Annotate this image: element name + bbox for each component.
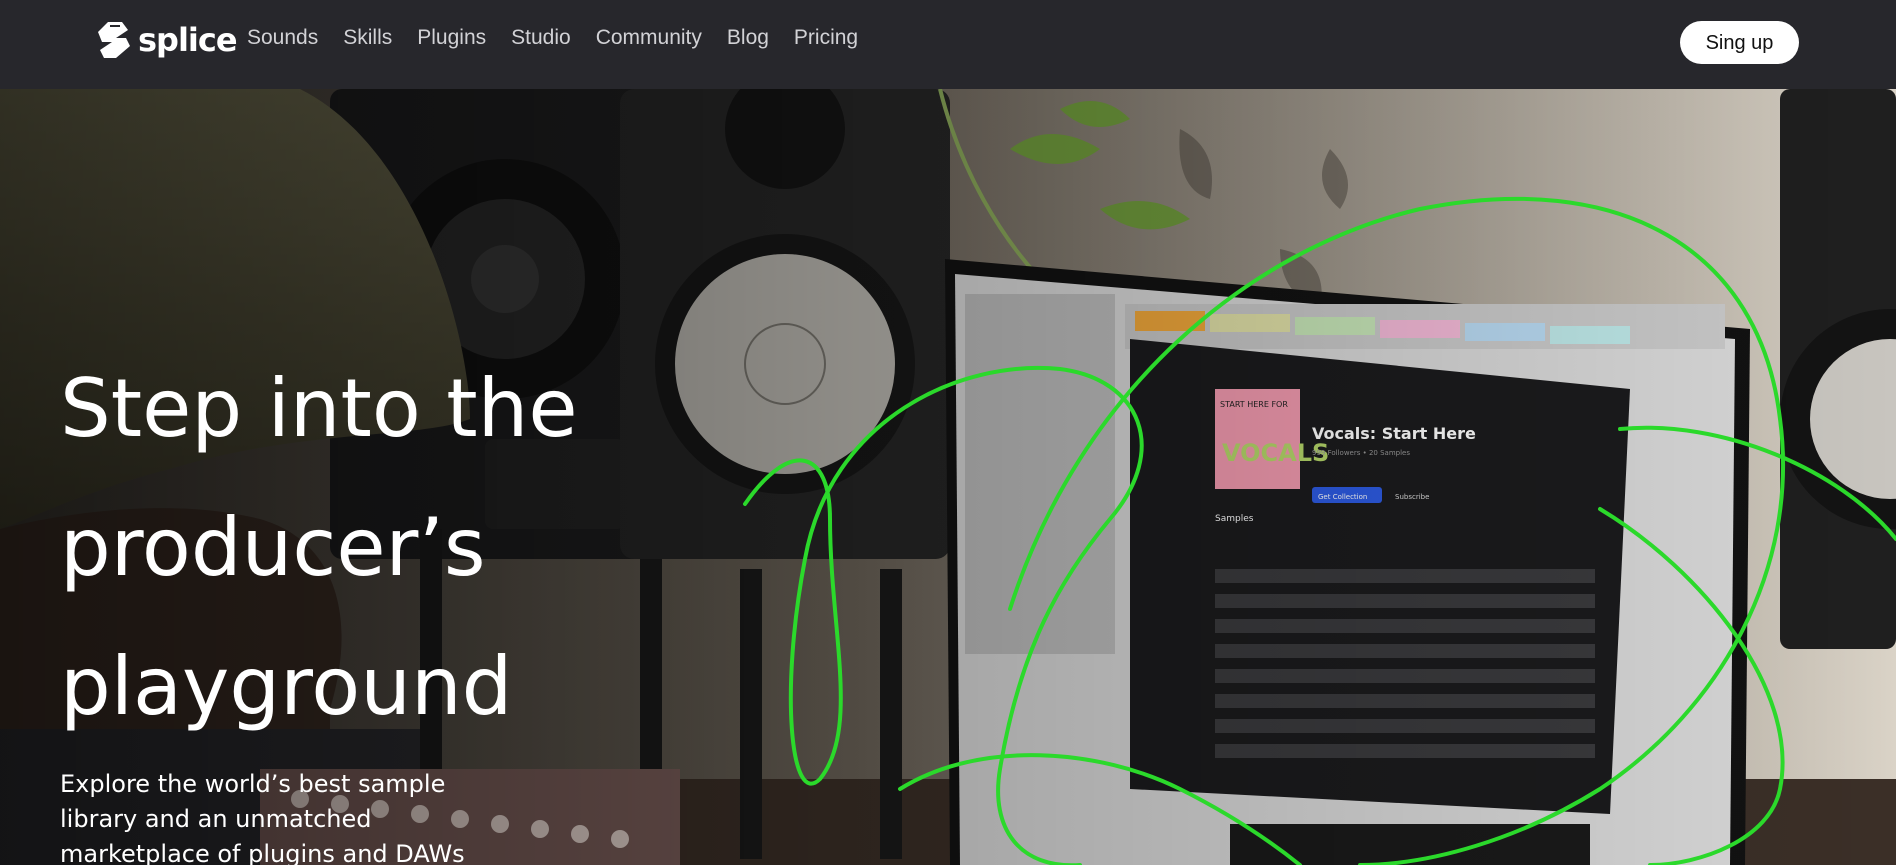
nav-link-skills[interactable]: Skills xyxy=(343,24,392,52)
nav-link-studio[interactable]: Studio xyxy=(511,24,571,52)
splice-logo[interactable]: splice xyxy=(98,20,238,60)
nav-link-blog[interactable]: Blog xyxy=(727,24,769,52)
top-navigation-bar: splice Sounds Skills Plugins Studio Comm… xyxy=(0,0,1896,89)
nav-link-sounds[interactable]: Sounds xyxy=(247,24,318,52)
hero-subtext: Explore the world’s best sample library … xyxy=(60,770,465,865)
nav-link-community[interactable]: Community xyxy=(596,24,702,52)
nav-link-plugins[interactable]: Plugins xyxy=(417,24,486,52)
headline-line-3: playground xyxy=(60,640,513,733)
hero-headline: Step into the producer’s playground xyxy=(60,339,700,756)
splice-logo-icon xyxy=(98,22,130,58)
main-nav: Sounds Skills Plugins Studio Community B… xyxy=(247,24,883,52)
brand-name: splice xyxy=(138,21,238,59)
nav-link-pricing[interactable]: Pricing xyxy=(794,24,858,52)
hero-headline-block: Step into the producer’s playground xyxy=(60,339,700,756)
headline-line-1: Step into the xyxy=(60,362,578,455)
hero-section: START HERE FOR VOCALS Vocals: Start Here… xyxy=(0,89,1896,865)
headline-line-2: producer’s xyxy=(60,501,486,594)
sign-up-button[interactable]: Sing up xyxy=(1680,21,1799,64)
